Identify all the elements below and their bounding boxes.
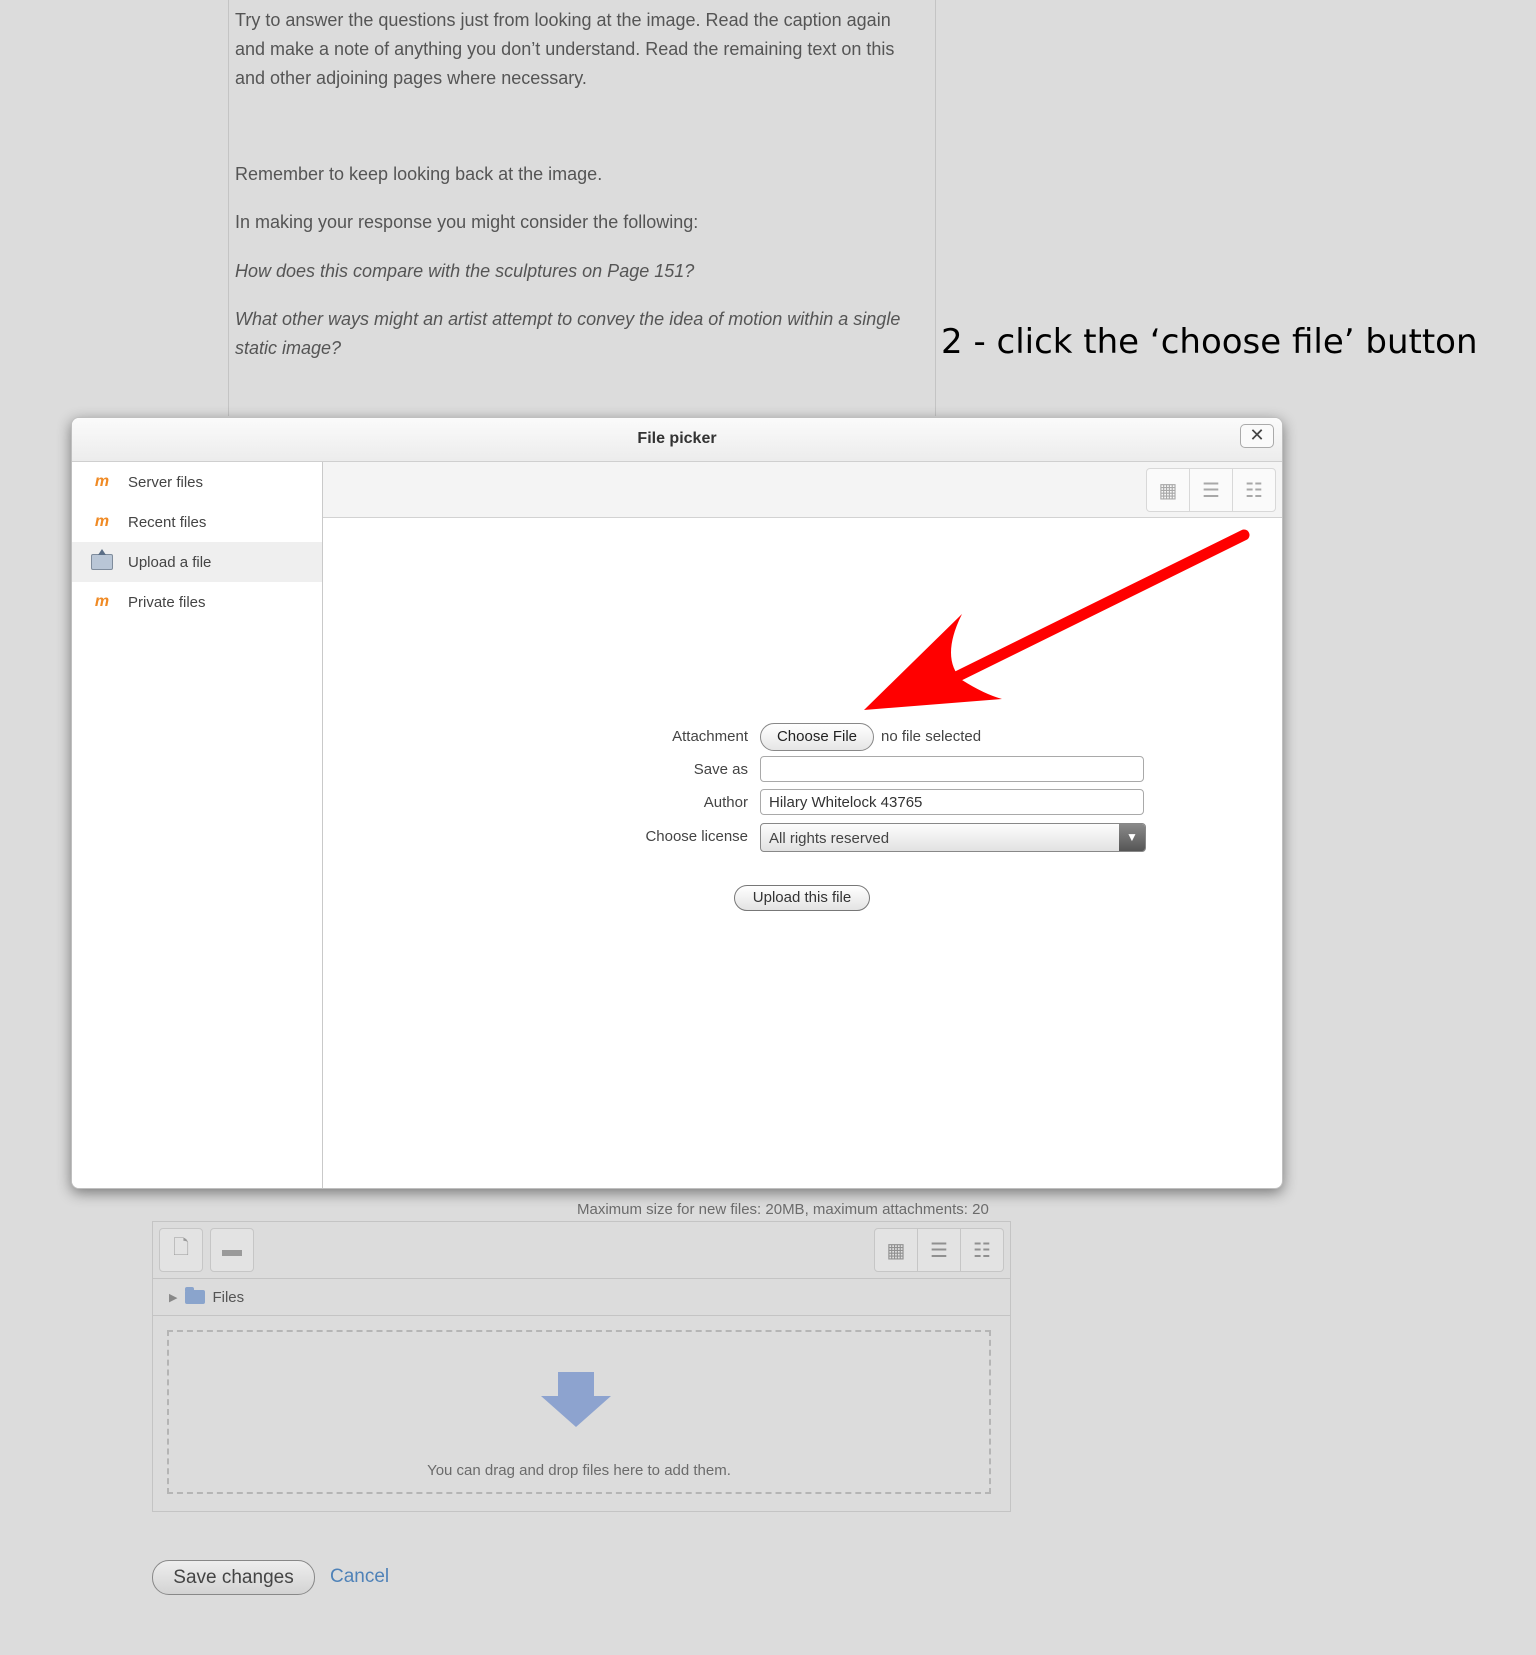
tree-view-icon[interactable]: ☷ (961, 1229, 1003, 1271)
expand-triangle-icon: ▶ (169, 1291, 178, 1304)
question-1: How does this compare with the sculpture… (235, 261, 695, 281)
consider-paragraph: In making your response you might consid… (235, 212, 699, 232)
file-manager: 🗋 ▬ ▦ ☰ ☷ ▶ Files You can drag and drop … (152, 1221, 1011, 1512)
save-changes-button[interactable]: Save changes (152, 1560, 315, 1595)
path-label: Files (212, 1288, 245, 1306)
file-manager-toolbar: 🗋 ▬ ▦ ☰ ☷ (153, 1222, 1010, 1279)
cancel-link[interactable]: Cancel (330, 1566, 389, 1588)
red-arrow-annotation (864, 529, 1250, 710)
create-folder-icon[interactable]: ▬ (210, 1228, 254, 1272)
add-file-icon[interactable]: 🗋 (159, 1228, 203, 1272)
drop-zone[interactable]: You can drag and drop files here to add … (167, 1330, 991, 1494)
folder-icon (185, 1287, 206, 1304)
drop-zone-text: You can drag and drop files here to add … (427, 1462, 731, 1479)
file-manager-view-switcher: ▦ ☰ ☷ (874, 1228, 1004, 1272)
drop-arrow-icon (541, 1372, 611, 1427)
intro-paragraph: Try to answer the questions just from lo… (235, 10, 895, 88)
reminder-paragraph: Remember to keep looking back at the ima… (235, 164, 603, 184)
instruction-annotation: 2 - click the ‘choose file’ button (941, 322, 1478, 362)
file-picker-dialog: File picker ✕ m Server files m Recent fi… (71, 417, 1283, 1189)
file-path-breadcrumb[interactable]: ▶ Files (153, 1279, 1010, 1316)
grid-view-icon[interactable]: ▦ (875, 1229, 918, 1271)
question-2: What other ways might an artist attempt … (235, 309, 901, 358)
list-view-icon[interactable]: ☰ (918, 1229, 961, 1271)
max-size-text: Maximum size for new files: 20MB, maximu… (577, 1201, 989, 1218)
